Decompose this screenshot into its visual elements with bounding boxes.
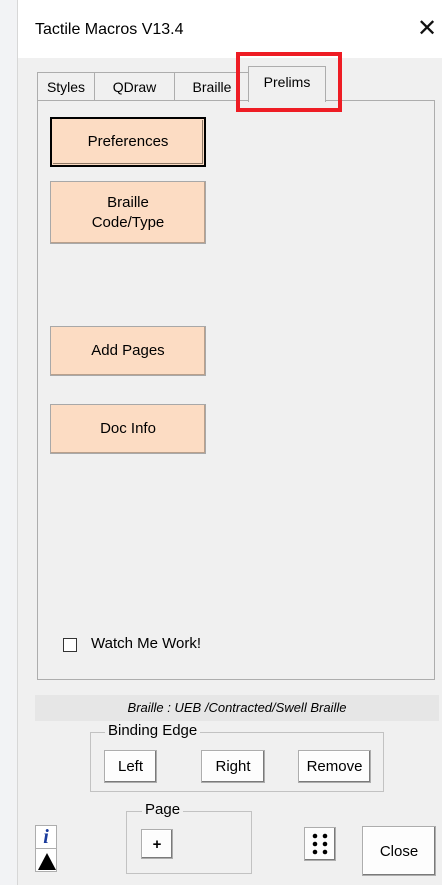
tab-label: Styles — [46, 79, 86, 95]
page-plus-button[interactable]: + — [141, 829, 173, 859]
preferences-button[interactable]: Preferences — [50, 117, 206, 167]
tactile-macros-window: Tactile Macros V13.4 ✕ Styles QDraw Brai… — [17, 0, 442, 885]
braille-dots-icon[interactable] — [304, 827, 336, 861]
close-button[interactable]: Close — [362, 826, 436, 876]
tab-label: QDraw — [112, 79, 157, 95]
page-group-legend: Page — [142, 801, 184, 818]
add-pages-button[interactable]: Add Pages — [50, 326, 206, 376]
triangle-up-icon[interactable] — [35, 848, 57, 872]
highlight-box — [236, 52, 342, 112]
window-title: Tactile Macros V13.4 — [35, 21, 184, 38]
braille-code-type-button[interactable]: Braille Code/Type — [50, 181, 206, 244]
tab-qdraw[interactable]: QDraw — [94, 72, 175, 100]
binding-edge-legend: Binding Edge — [105, 722, 201, 739]
doc-info-button[interactable]: Doc Info — [50, 404, 206, 454]
braille-status-text: Braille : UEB /Contracted/Swell Braille — [35, 695, 439, 721]
tab-styles[interactable]: Styles — [37, 72, 95, 100]
watch-me-work-checkbox[interactable] — [63, 638, 77, 652]
triangle-up-glyph — [38, 853, 56, 870]
watch-me-work-label: Watch Me Work! — [91, 635, 202, 652]
info-icon[interactable]: i — [35, 825, 57, 849]
braille-dots-glyph — [312, 833, 328, 855]
binding-remove-button[interactable]: Remove — [298, 750, 371, 783]
title-bar: Tactile Macros V13.4 ✕ — [18, 0, 442, 58]
binding-right-button[interactable]: Right — [201, 750, 265, 783]
tab-label: Braille — [192, 79, 232, 95]
close-icon[interactable]: ✕ — [414, 14, 440, 44]
binding-left-button[interactable]: Left — [104, 750, 157, 783]
